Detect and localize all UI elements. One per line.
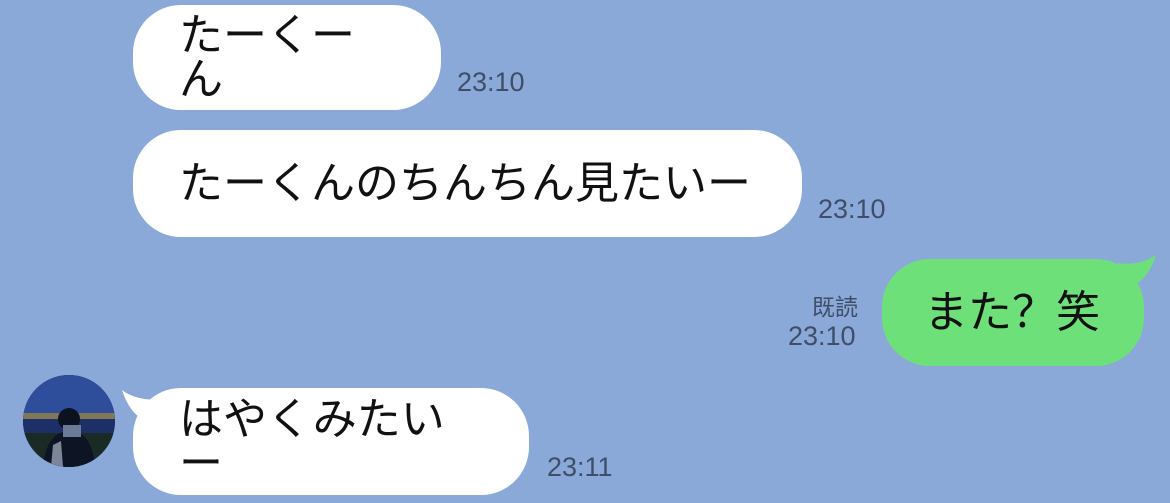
- message-bubble-outgoing[interactable]: また？笑: [882, 259, 1144, 366]
- message-bubble-incoming[interactable]: はやくみたいー: [133, 388, 529, 495]
- message-timestamp: 23:10: [457, 67, 525, 97]
- user-photo-avatar-icon: [23, 375, 115, 467]
- bubble-tail-outgoing: [1118, 255, 1156, 285]
- message-text: たーくーん: [179, 9, 355, 105]
- avatar[interactable]: [23, 375, 115, 467]
- message-text: たーくんのちんちん見たいー: [179, 157, 751, 209]
- read-receipt: 既読: [812, 295, 858, 321]
- message-timestamp: 23:11: [547, 452, 613, 482]
- message-bubble-incoming[interactable]: たーくーん: [133, 5, 441, 110]
- message-timestamp: 23:10: [788, 321, 856, 351]
- message-bubble-incoming[interactable]: たーくんのちんちん見たいー: [133, 130, 802, 237]
- message-text: また？笑: [924, 286, 1100, 338]
- message-text: はやくみたいー: [179, 393, 445, 489]
- message-timestamp: 23:10: [818, 194, 886, 224]
